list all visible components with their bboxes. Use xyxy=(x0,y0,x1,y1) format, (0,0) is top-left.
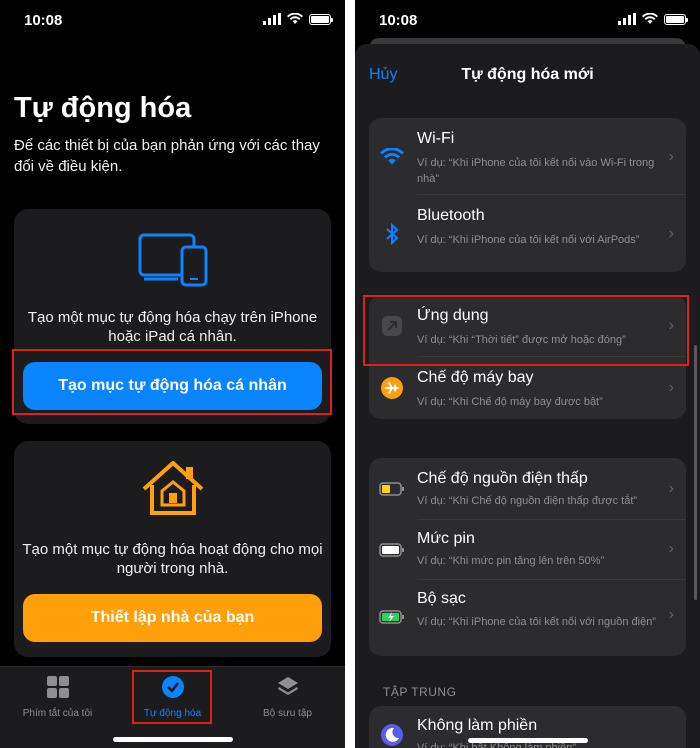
layers-icon xyxy=(277,677,298,695)
row-subtitle: Ví dụ: “Khi iPhone của tôi kết nối vào W… xyxy=(417,157,655,185)
new-automation-screen: 10:08 Hủy Tự động hóa mới Wi-Fi Ví dụ: “… xyxy=(355,0,700,748)
home-automation-card: Tạo một mục tự động hóa hoạt động cho mọ… xyxy=(14,441,331,657)
row-subtitle: Ví dụ: “Khi iPhone của tôi kết nối với n… xyxy=(417,616,656,628)
status-time: 10:08 xyxy=(24,12,63,29)
battery-status-icon xyxy=(309,13,333,25)
airplane-icon xyxy=(381,377,403,399)
status-bar: 10:08 xyxy=(0,0,345,40)
home-icon xyxy=(142,461,204,515)
page-title: Tự động hóa xyxy=(14,92,192,124)
row-subtitle: Ví dụ: “Khi mức pin tăng lên trên 50%” xyxy=(417,555,605,567)
trigger-row-charger[interactable]: Bộ sạc Ví dụ: “Khi iPhone của tôi kết nố… xyxy=(369,580,686,656)
sheet-title: Tự động hóa mới xyxy=(461,66,594,83)
row-title: Chế độ nguồn điện thấp xyxy=(417,470,588,487)
wifi-icon xyxy=(380,148,404,165)
row-title: Không làm phiền xyxy=(417,717,538,734)
row-subtitle: Ví dụ: “Khi iPhone của tôi kết nối với A… xyxy=(417,234,640,246)
connectivity-group: Wi-Fi Ví dụ: “Khi iPhone của tôi kết nối… xyxy=(369,118,686,272)
status-time: 10:08 xyxy=(379,12,418,29)
battery-status-icon xyxy=(664,13,688,25)
section-header-focus: TẬP TRUNG xyxy=(383,685,457,699)
wifi-status-icon xyxy=(642,13,658,24)
highlight-automation-tab xyxy=(132,670,212,724)
scroll-indicator[interactable] xyxy=(694,345,697,600)
automation-screen: 10:08 Tự động hóa Để các thiết bị của bạ… xyxy=(0,0,345,748)
row-title: Bluetooth xyxy=(417,207,485,224)
row-title: Chế độ máy bay xyxy=(417,369,534,386)
trigger-row-battery-level[interactable]: Mức pin Ví dụ: “Khi mức pin tăng lên trê… xyxy=(369,520,686,580)
signal-icon xyxy=(263,13,281,25)
row-subtitle: Ví dụ: “Khi Chế độ máy bay được bật” xyxy=(417,396,603,408)
charging-icon xyxy=(379,610,404,624)
trigger-row-wifi[interactable]: Wi-Fi Ví dụ: “Khi iPhone của tôi kết nối… xyxy=(369,118,686,195)
chevron-right-icon: › xyxy=(668,606,674,623)
home-indicator xyxy=(467,738,588,743)
tab-label: Phím tắt của tôi xyxy=(22,708,93,719)
page-subtitle: Để các thiết bị của bạn phản ứng với các… xyxy=(14,137,320,175)
grid-icon xyxy=(46,676,69,698)
bluetooth-icon xyxy=(386,223,399,245)
home-card-text: Tạo một mục tự động hóa hoạt động cho mọ… xyxy=(22,541,323,577)
tab-gallery[interactable]: Bộ sưu tập xyxy=(230,675,345,719)
low-battery-icon xyxy=(379,482,404,496)
wifi-status-icon xyxy=(287,13,303,24)
highlight-app-row xyxy=(363,295,689,366)
row-subtitle: Ví dụ: “Khi Chế độ nguồn điện thấp được … xyxy=(417,495,638,507)
battery-group: Chế độ nguồn điện thấp Ví dụ: “Khi Chế đ… xyxy=(369,458,686,656)
tab-my-shortcuts[interactable]: Phím tắt của tôi xyxy=(0,675,115,719)
signal-icon xyxy=(618,13,636,25)
status-bar: 10:08 xyxy=(355,0,700,40)
chevron-right-icon: › xyxy=(668,540,674,557)
trigger-row-bluetooth[interactable]: Bluetooth Ví dụ: “Khi iPhone của tôi kết… xyxy=(369,195,686,272)
chevron-right-icon: › xyxy=(668,480,674,497)
battery-icon xyxy=(379,543,404,557)
chevron-right-icon: › xyxy=(668,148,674,165)
trigger-row-airplane[interactable]: Chế độ máy bay Ví dụ: “Khi Chế độ máy ba… xyxy=(369,357,686,419)
row-title: Bộ sạc xyxy=(417,590,466,607)
chevron-right-icon: › xyxy=(668,379,674,396)
home-indicator xyxy=(112,737,233,742)
devices-icon xyxy=(138,233,208,287)
tab-label: Bộ sưu tập xyxy=(263,708,312,719)
trigger-row-low-power[interactable]: Chế độ nguồn điện thấp Ví dụ: “Khi Chế đ… xyxy=(369,458,686,520)
setup-home-button[interactable]: Thiết lập nhà của bạn xyxy=(23,594,322,642)
chevron-right-icon: › xyxy=(668,225,674,242)
row-title: Mức pin xyxy=(417,530,475,547)
moon-icon xyxy=(381,724,403,746)
row-title: Wi-Fi xyxy=(417,130,455,147)
personal-card-text: Tạo một mục tự động hóa chạy trên iPhone… xyxy=(27,309,318,345)
highlight-personal-button xyxy=(12,349,332,415)
